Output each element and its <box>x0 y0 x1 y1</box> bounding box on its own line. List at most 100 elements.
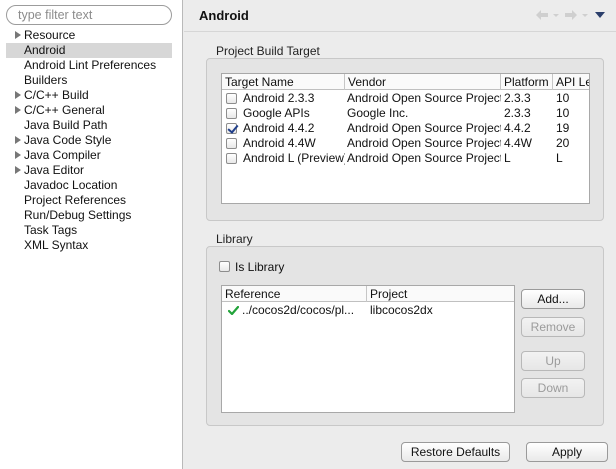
nav-item-java-code-style[interactable]: Java Code Style <box>6 133 172 148</box>
nav-item-android[interactable]: Android <box>6 43 172 58</box>
target-platform: 2.3.3 <box>504 106 531 120</box>
view-menu-icon[interactable] <box>594 9 606 21</box>
library-project: libcocos2dx <box>370 303 433 317</box>
table-header: Target Name Vendor Platform API Le <box>222 74 589 90</box>
target-name: Android 4.4.2 <box>243 121 315 135</box>
build-target-table: Target Name Vendor Platform API Le Andro… <box>221 73 590 204</box>
target-vendor: Android Open Source Project <box>347 151 501 165</box>
nav-item-label: Java Compiler <box>24 148 101 162</box>
is-library-label: Is Library <box>235 260 285 274</box>
column-header[interactable]: Target Name <box>222 74 345 90</box>
target-checkbox[interactable] <box>226 153 237 164</box>
expand-arrow-icon[interactable] <box>15 31 21 39</box>
is-library-option[interactable]: Is Library <box>219 259 339 275</box>
build-target-group: Target Name Vendor Platform API Le Andro… <box>206 58 604 221</box>
preferences-nav: Resource Android Android Lint Preference… <box>0 0 183 469</box>
target-name: Android 4.4W <box>243 136 316 150</box>
nav-item-resource[interactable]: Resource <box>6 28 172 43</box>
library-table: Reference Project ../cocos2d/cocos/pl...… <box>221 285 515 413</box>
nav-item-label: Java Code Style <box>24 133 112 147</box>
expand-arrow-icon[interactable] <box>15 151 21 159</box>
target-platform: 2.3.3 <box>504 91 531 105</box>
nav-item-label: Android Lint Preferences <box>24 58 157 72</box>
table-row[interactable]: Android L (Preview) Android Open Source … <box>222 151 589 166</box>
is-library-checkbox[interactable] <box>219 261 230 272</box>
nav-item-cpp-general[interactable]: C/C++ General <box>6 103 172 118</box>
target-checkbox[interactable] <box>226 108 237 119</box>
table-row[interactable]: ../cocos2d/cocos/pl... libcocos2dx <box>222 303 514 318</box>
nav-item-label: Task Tags <box>24 223 78 237</box>
check-icon <box>228 306 239 315</box>
nav-item-label: C/C++ Build <box>24 88 89 102</box>
chevron-down-icon[interactable] <box>581 9 589 21</box>
target-api: 19 <box>556 121 570 135</box>
nav-item-label: Run/Debug Settings <box>24 208 132 222</box>
nav-item-label: Builders <box>24 73 68 87</box>
add-library-button[interactable]: Add... <box>521 289 585 309</box>
forward-arrow-icon[interactable] <box>564 9 578 21</box>
nav-item-run-debug-settings[interactable]: Run/Debug Settings <box>6 208 172 223</box>
nav-item-label: XML Syntax <box>24 238 89 252</box>
target-platform: 4.4.2 <box>504 121 531 135</box>
chevron-down-icon[interactable] <box>552 9 560 21</box>
nav-item-java-compiler[interactable]: Java Compiler <box>6 148 172 163</box>
target-api: L <box>556 151 563 165</box>
build-target-label: Project Build Target <box>216 44 320 58</box>
target-name: Google APIs <box>243 106 310 120</box>
move-down-button[interactable]: Down <box>521 378 585 398</box>
library-reference: ../cocos2d/cocos/pl... <box>242 303 355 317</box>
apply-button[interactable]: Apply <box>526 442 608 462</box>
expand-arrow-icon[interactable] <box>15 166 21 174</box>
target-name: Android 2.3.3 <box>243 91 315 105</box>
nav-item-label: Java Editor <box>24 163 85 177</box>
nav-item-label: Javadoc Location <box>24 178 118 192</box>
nav-item-task-tags[interactable]: Task Tags <box>6 223 172 238</box>
nav-item-xml-syntax[interactable]: XML Syntax <box>6 238 172 253</box>
column-header[interactable]: Vendor <box>345 74 501 90</box>
target-api: 10 <box>556 91 570 105</box>
nav-item-builders[interactable]: Builders <box>6 73 172 88</box>
nav-item-label: Project References <box>24 193 127 207</box>
nav-item-java-editor[interactable]: Java Editor <box>6 163 172 178</box>
target-platform: L <box>504 151 511 165</box>
target-platform: 4.4W <box>504 136 533 150</box>
target-vendor: Android Open Source Project <box>347 136 501 150</box>
column-header[interactable]: Platform <box>501 74 553 90</box>
table-row[interactable]: Android 4.4W Android Open Source Project… <box>222 136 589 151</box>
nav-item-label: Resource <box>24 28 76 42</box>
target-checkbox[interactable] <box>226 138 237 149</box>
expand-arrow-icon[interactable] <box>15 136 21 144</box>
page-header: Android <box>184 0 616 32</box>
nav-item-label: Android <box>24 43 66 57</box>
target-api: 20 <box>556 136 570 150</box>
filter-input[interactable] <box>6 5 172 25</box>
nav-item-javadoc-location[interactable]: Javadoc Location <box>6 178 172 193</box>
library-label: Library <box>216 232 253 246</box>
back-arrow-icon[interactable] <box>535 9 549 21</box>
table-header: Reference Project <box>222 286 514 302</box>
table-row[interactable]: Google APIs Google Inc. 2.3.3 10 <box>222 106 589 121</box>
nav-item-java-build-path[interactable]: Java Build Path <box>6 118 172 133</box>
nav-item-android-lint-preferences[interactable]: Android Lint Preferences <box>6 58 172 73</box>
target-checkbox-checked[interactable] <box>226 123 237 134</box>
nav-tree: Resource Android Android Lint Preference… <box>6 28 172 253</box>
library-group: Is Library Reference Project ../cocos2d/… <box>206 246 604 426</box>
move-up-button[interactable]: Up <box>521 351 585 371</box>
table-row[interactable]: Android 2.3.3 Android Open Source Projec… <box>222 91 589 106</box>
nav-item-project-references[interactable]: Project References <box>6 193 172 208</box>
table-row[interactable]: Android 4.4.2 Android Open Source Projec… <box>222 121 589 136</box>
remove-library-button[interactable]: Remove <box>521 317 585 337</box>
nav-item-label: C/C++ General <box>24 103 105 117</box>
properties-page: Android Project Build Target Target Name… <box>184 0 616 469</box>
column-header[interactable]: Reference <box>222 286 367 302</box>
expand-arrow-icon[interactable] <box>15 91 21 99</box>
expand-arrow-icon[interactable] <box>15 106 21 114</box>
target-checkbox[interactable] <box>226 93 237 104</box>
column-header[interactable]: Project <box>367 286 514 302</box>
column-header[interactable]: API Le <box>553 74 589 90</box>
target-name: Android L (Preview) <box>243 151 345 165</box>
target-vendor: Android Open Source Project <box>347 91 501 105</box>
target-vendor: Google Inc. <box>347 106 409 120</box>
restore-defaults-button[interactable]: Restore Defaults <box>401 442 510 462</box>
nav-item-cpp-build[interactable]: C/C++ Build <box>6 88 172 103</box>
